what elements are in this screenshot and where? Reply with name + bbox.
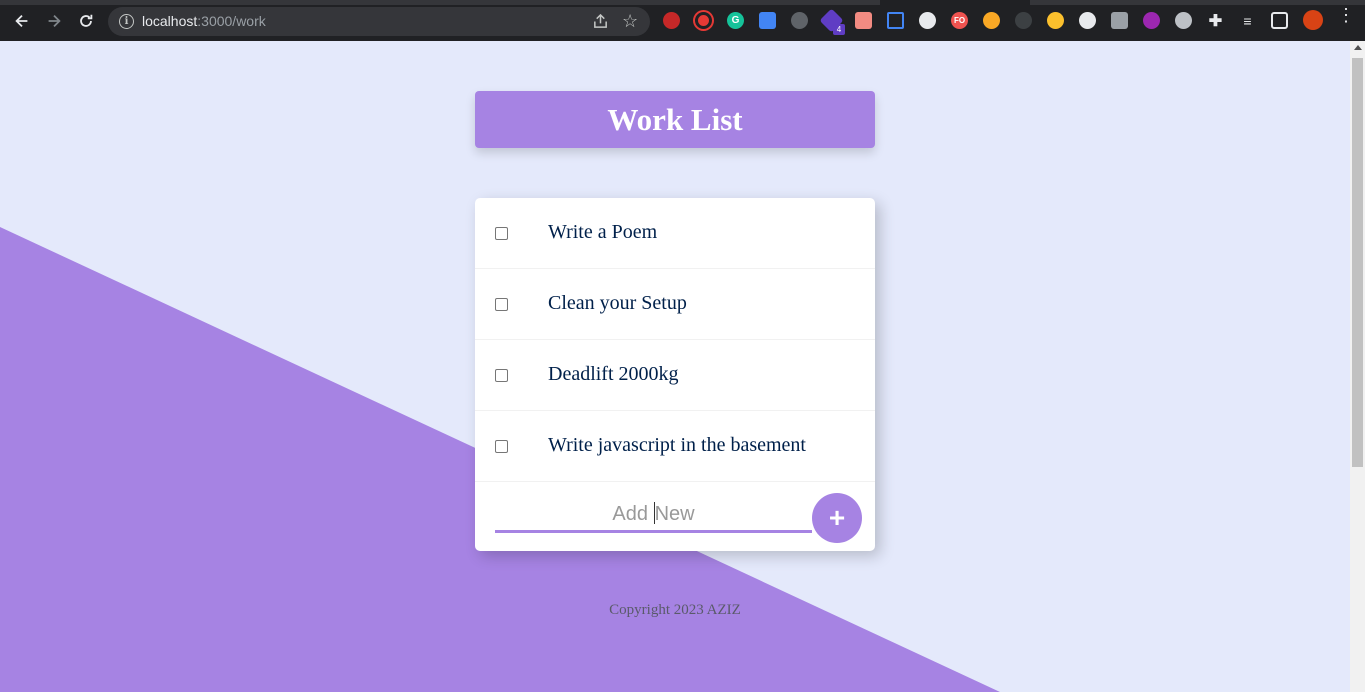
list-heading-box: Work List bbox=[475, 91, 875, 148]
site-info-icon[interactable]: i bbox=[119, 14, 134, 29]
extension-circle-icon[interactable] bbox=[1079, 12, 1096, 29]
item-checkbox[interactable] bbox=[495, 440, 508, 453]
item-label: Write a Poem bbox=[548, 221, 658, 243]
profile-avatar[interactable] bbox=[1303, 10, 1323, 30]
item-label: Deadlift 2000kg bbox=[548, 363, 679, 385]
list-item: Write javascript in the basement bbox=[475, 411, 875, 482]
extension-target-icon[interactable] bbox=[695, 12, 712, 29]
item-label: Write javascript in the basement bbox=[548, 434, 806, 456]
extension-ghost-icon[interactable] bbox=[1047, 12, 1064, 29]
active-tab-edge bbox=[880, 0, 1030, 5]
forward-button[interactable] bbox=[44, 11, 64, 31]
page-scrollbar[interactable] bbox=[1350, 41, 1365, 692]
translate-icon[interactable] bbox=[759, 12, 776, 29]
scroll-up-arrow-icon[interactable] bbox=[1354, 45, 1362, 50]
extension-cloud-icon[interactable] bbox=[919, 12, 936, 29]
extension-triangle-icon[interactable] bbox=[887, 12, 904, 29]
placeholder-part-1: Add bbox=[612, 503, 654, 525]
item-checkbox[interactable] bbox=[495, 298, 508, 311]
address-bar[interactable]: i localhost:3000/work ☆ bbox=[108, 7, 650, 36]
extension-fo-icon[interactable]: FO bbox=[951, 12, 968, 29]
list-item: Write a Poem bbox=[475, 198, 875, 269]
scrollbar-thumb[interactable] bbox=[1352, 58, 1363, 467]
item-checkbox[interactable] bbox=[495, 227, 508, 240]
grammarly-icon[interactable]: G bbox=[727, 12, 744, 29]
reload-icon bbox=[80, 14, 93, 27]
arrow-left-icon bbox=[15, 14, 28, 28]
extension-moon-icon[interactable] bbox=[983, 12, 1000, 29]
back-button[interactable] bbox=[12, 11, 32, 31]
url-path: :3000/work bbox=[197, 13, 266, 29]
url-text[interactable]: localhost:3000/work bbox=[142, 13, 266, 29]
bookmark-star-icon[interactable]: ☆ bbox=[622, 12, 638, 30]
list-item: Deadlift 2000kg bbox=[475, 340, 875, 411]
extension-eyes-icon[interactable] bbox=[791, 12, 808, 29]
extension-red-icon[interactable] bbox=[663, 12, 680, 29]
menu-kebab-icon[interactable]: ⋮ bbox=[1337, 6, 1355, 24]
extension-badge: 4 bbox=[833, 24, 845, 35]
extensions-puzzle-icon[interactable]: ✚ bbox=[1207, 12, 1224, 30]
item-checkbox[interactable] bbox=[495, 369, 508, 382]
page-title: Work List bbox=[607, 101, 743, 137]
extension-disabled-icon[interactable] bbox=[1015, 12, 1032, 29]
tab-strip bbox=[0, 0, 1365, 5]
page-viewport: Work List Write a Poem Clean your Setup … bbox=[0, 41, 1350, 692]
extension-purple-icon[interactable] bbox=[1143, 12, 1160, 29]
new-item-input[interactable]: Add New bbox=[495, 496, 812, 533]
extension-dots-icon[interactable] bbox=[1175, 12, 1192, 29]
reload-button[interactable] bbox=[76, 11, 96, 31]
item-label: Clean your Setup bbox=[548, 292, 687, 314]
reading-list-icon[interactable]: ≡ bbox=[1239, 12, 1256, 29]
todo-list-box: Write a Poem Clean your Setup Deadlift 2… bbox=[475, 198, 875, 551]
placeholder-part-2: New bbox=[654, 503, 695, 525]
extension-flag-icon[interactable] bbox=[855, 12, 872, 29]
share-icon[interactable] bbox=[592, 13, 609, 30]
copyright-footer: Copyright 2023 AZIZ bbox=[609, 602, 741, 618]
side-panel-icon[interactable] bbox=[1271, 12, 1288, 29]
browser-toolbar: i localhost:3000/work ☆ G 4 FO ✚ ≡ ⋮ bbox=[0, 0, 1365, 41]
url-host: localhost bbox=[142, 13, 198, 29]
list-item: Clean your Setup bbox=[475, 269, 875, 340]
arrow-right-icon bbox=[48, 14, 61, 28]
add-item-button[interactable]: + bbox=[812, 493, 862, 543]
calculator-icon[interactable] bbox=[1111, 12, 1128, 29]
new-item-form: Add New + bbox=[475, 482, 875, 551]
